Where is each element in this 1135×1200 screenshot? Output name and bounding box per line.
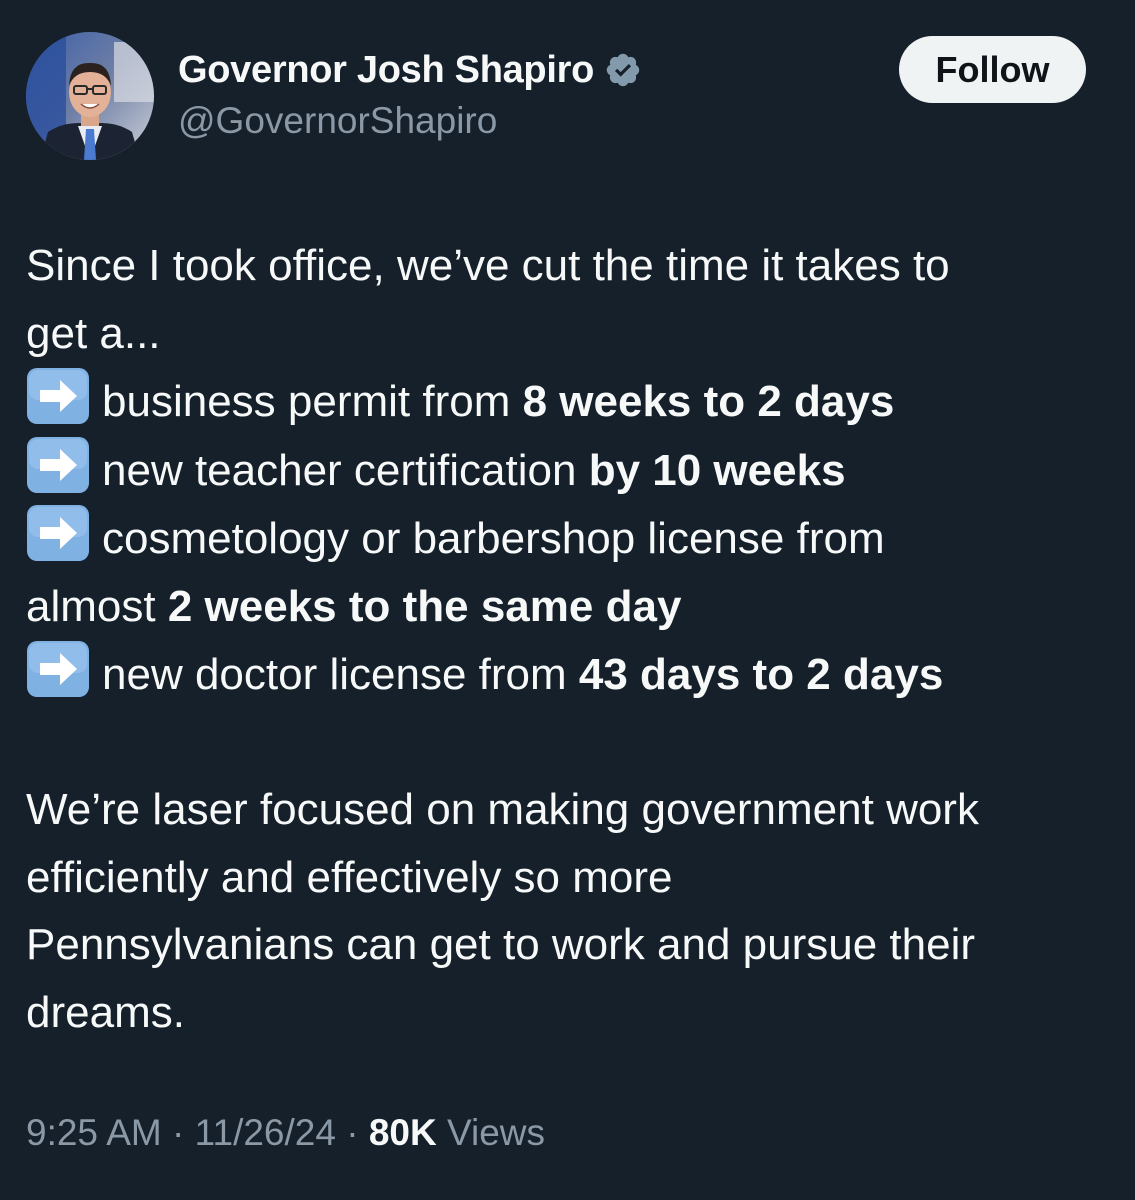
meta-separator: · bbox=[335, 1112, 369, 1153]
tweet-text: Since I took office, we’ve cut the time … bbox=[26, 232, 1111, 1046]
list-item-continuation: almost 2 weeks to the same day bbox=[26, 573, 1111, 641]
item-text: business permit from bbox=[102, 377, 523, 426]
item-bold: 43 days to 2 days bbox=[578, 650, 944, 699]
list-item: new teacher certification by 10 weeks bbox=[26, 436, 1111, 505]
tweet-line: efficiently and effectively so more bbox=[26, 852, 673, 902]
verified-badge-icon bbox=[604, 51, 642, 89]
item-bold: 2 weeks to the same day bbox=[167, 581, 682, 631]
profile-photo-icon bbox=[26, 32, 154, 160]
author-handle[interactable]: @GovernorShapiro bbox=[178, 100, 497, 142]
tweet-card: Governor Josh Shapiro @GovernorShapiro F… bbox=[0, 0, 1135, 1200]
tweet-date[interactable]: 11/26/24 bbox=[195, 1112, 336, 1153]
display-name[interactable]: Governor Josh Shapiro bbox=[178, 49, 594, 92]
tweet-line: dreams. bbox=[26, 987, 185, 1037]
item-bold: by 10 weeks bbox=[588, 445, 846, 495]
right-arrow-emoji-icon bbox=[26, 436, 90, 494]
tweet-line: We’re laser focused on making government… bbox=[26, 785, 979, 834]
item-text: new doctor license from bbox=[102, 650, 579, 699]
right-arrow-emoji-icon bbox=[26, 367, 90, 425]
views-label: Views bbox=[436, 1112, 546, 1153]
tweet-time[interactable]: 9:25 AM bbox=[26, 1112, 162, 1153]
item-text: new teacher certification bbox=[102, 445, 589, 495]
right-arrow-emoji-icon bbox=[26, 640, 90, 698]
item-bold: 8 weeks to 2 days bbox=[522, 377, 895, 426]
avatar[interactable] bbox=[26, 32, 154, 160]
list-item: business permit from 8 weeks to 2 days bbox=[26, 367, 1111, 436]
paragraph-break bbox=[26, 709, 1111, 777]
tweet-line: Pennsylvanians can get to work and pursu… bbox=[26, 920, 976, 969]
views-count[interactable]: 80K bbox=[369, 1112, 437, 1153]
tweet-line: Since I took office, we’ve cut the time … bbox=[26, 241, 950, 290]
follow-button[interactable]: Follow bbox=[899, 36, 1086, 103]
tweet-meta: 9:25 AM · 11/26/24 · 80K Views bbox=[26, 1112, 545, 1154]
name-row: Governor Josh Shapiro bbox=[178, 46, 642, 94]
list-item: cosmetology or barbershop license from bbox=[26, 504, 1111, 573]
tweet-line: get a... bbox=[26, 308, 161, 358]
item-text: almost bbox=[26, 581, 168, 631]
meta-separator: · bbox=[161, 1112, 195, 1153]
right-arrow-emoji-icon bbox=[26, 504, 90, 562]
list-item: new doctor license from 43 days to 2 day… bbox=[26, 640, 1111, 709]
item-text: cosmetology or barbershop license from bbox=[102, 514, 885, 563]
